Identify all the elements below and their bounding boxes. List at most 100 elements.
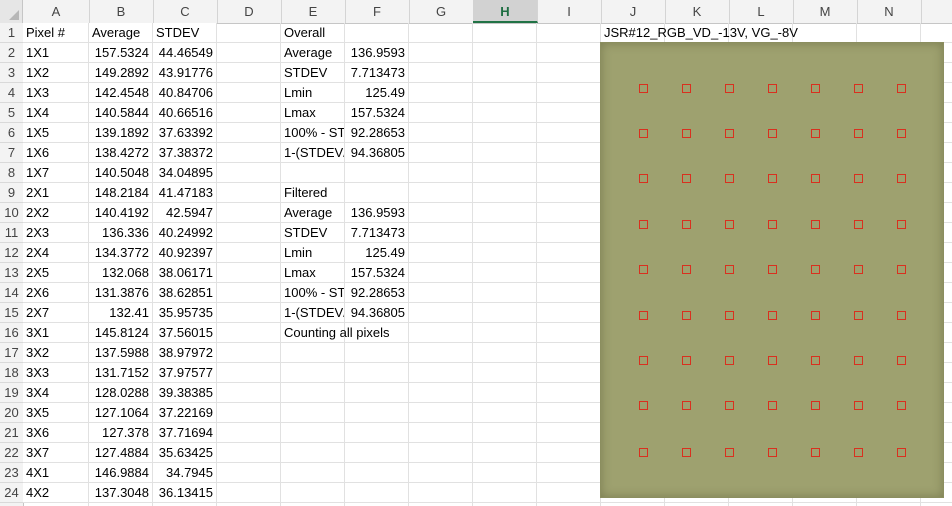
column-header-e[interactable]: E (281, 0, 346, 23)
value-cell[interactable]: 43.91776 (153, 63, 216, 82)
row-header-9[interactable]: 9 (0, 183, 23, 203)
row-header-24[interactable]: 24 (0, 483, 23, 503)
value-cell[interactable]: 128.0288 (89, 383, 152, 402)
value-cell[interactable]: 36.13415 (153, 483, 216, 502)
pixel-id-cell[interactable]: 2X5 (23, 263, 88, 282)
row-header-15[interactable]: 15 (0, 303, 23, 323)
select-all-corner[interactable] (0, 0, 23, 23)
row-header-6[interactable]: 6 (0, 123, 23, 143)
column-header-g[interactable]: G (409, 0, 474, 23)
value-cell[interactable]: 149.2892 (89, 63, 152, 82)
value-cell[interactable]: 140.5844 (89, 103, 152, 122)
column-header-c[interactable]: C (153, 0, 218, 23)
row-header-7[interactable]: 7 (0, 143, 23, 163)
pixel-id-cell[interactable]: 4X2 (23, 483, 88, 502)
value-cell[interactable]: 131.3876 (89, 283, 152, 302)
value-cell[interactable]: 37.63392 (153, 123, 216, 142)
value-cell[interactable]: 139.1892 (89, 123, 152, 142)
pixel-id-cell[interactable]: 3X3 (23, 363, 88, 382)
stat-label-cell[interactable]: Lmax (281, 263, 344, 282)
column-header-h[interactable]: H (473, 0, 538, 23)
stat-value-cell[interactable]: 92.28653 (345, 283, 408, 302)
pixel-id-cell[interactable]: 1X7 (23, 163, 88, 182)
row-header-18[interactable]: 18 (0, 363, 23, 383)
table-header-cell[interactable]: STDEV (153, 23, 216, 42)
pixel-id-cell[interactable]: 1X6 (23, 143, 88, 162)
value-cell[interactable]: 37.22169 (153, 403, 216, 422)
pixel-id-cell[interactable]: 3X6 (23, 423, 88, 442)
pixel-id-cell[interactable]: 2X2 (23, 203, 88, 222)
stat-label-cell[interactable]: 100% - STD (281, 283, 344, 302)
value-cell[interactable]: 38.62851 (153, 283, 216, 302)
stat-value-cell[interactable]: 92.28653 (345, 123, 408, 142)
column-header-j[interactable]: J (601, 0, 666, 23)
column-header-k[interactable]: K (665, 0, 730, 23)
value-cell[interactable]: 132.41 (89, 303, 152, 322)
note-cell[interactable]: Counting all pixels (281, 323, 473, 342)
column-header-m[interactable]: M (793, 0, 858, 23)
column-header-a[interactable]: A (23, 0, 90, 23)
stat-value-cell[interactable]: 94.36805 (345, 143, 408, 162)
value-cell[interactable]: 35.95735 (153, 303, 216, 322)
column-header-f[interactable]: F (345, 0, 410, 23)
stat-label-cell[interactable]: Average (281, 43, 344, 62)
value-cell[interactable]: 137.3048 (89, 483, 152, 502)
table-header-cell[interactable]: Average (89, 23, 152, 42)
row-header-23[interactable]: 23 (0, 463, 23, 483)
stat-label-cell[interactable]: 100% - STD (281, 123, 344, 142)
row-header-16[interactable]: 16 (0, 323, 23, 343)
pixel-id-cell[interactable]: 1X5 (23, 123, 88, 142)
pixel-id-cell[interactable]: 1X4 (23, 103, 88, 122)
table-header-cell[interactable]: Pixel # (23, 23, 88, 42)
value-cell[interactable]: 157.5324 (89, 43, 152, 62)
stat-label-cell[interactable]: 1-(STDEV/ (281, 143, 344, 162)
value-cell[interactable]: 42.5947 (153, 203, 216, 222)
pixel-id-cell[interactable]: 3X4 (23, 383, 88, 402)
value-cell[interactable]: 34.04895 (153, 163, 216, 182)
stat-value-cell[interactable]: 136.9593 (345, 43, 408, 62)
value-cell[interactable]: 136.336 (89, 223, 152, 242)
value-cell[interactable]: 35.63425 (153, 443, 216, 462)
stat-value-cell[interactable]: 157.5324 (345, 263, 408, 282)
value-cell[interactable]: 37.71694 (153, 423, 216, 442)
pixel-id-cell[interactable]: 3X7 (23, 443, 88, 462)
pixel-id-cell[interactable]: 1X1 (23, 43, 88, 62)
value-cell[interactable]: 44.46549 (153, 43, 216, 62)
image-caption-cell[interactable]: JSR#12_RGB_VD_-13V, VG_-8V (601, 23, 901, 42)
row-header-17[interactable]: 17 (0, 343, 23, 363)
column-header-i[interactable]: I (537, 0, 602, 23)
stat-value-cell[interactable]: 125.49 (345, 83, 408, 102)
value-cell[interactable]: 38.06171 (153, 263, 216, 282)
spreadsheet[interactable]: ABCDEFGHIJKLMN 1 2 3 4 5 6 7 8 9 10 11 12 13 14 15 16 17… (0, 0, 952, 506)
stat-label-cell[interactable]: STDEV (281, 63, 344, 82)
stat-label-cell[interactable]: Lmin (281, 83, 344, 102)
value-cell[interactable]: 41.47183 (153, 183, 216, 202)
pixel-id-cell[interactable]: 2X3 (23, 223, 88, 242)
row-header-21[interactable]: 21 (0, 423, 23, 443)
panel-photo[interactable] (600, 42, 944, 498)
row-header-11[interactable]: 11 (0, 223, 23, 243)
value-cell[interactable]: 131.7152 (89, 363, 152, 382)
stat-value-cell[interactable]: 157.5324 (345, 103, 408, 122)
stat-value-cell[interactable]: 136.9593 (345, 203, 408, 222)
column-header-n[interactable]: N (857, 0, 922, 23)
stat-label-cell[interactable]: Lmin (281, 243, 344, 262)
row-header-4[interactable]: 4 (0, 83, 23, 103)
stat-value-cell[interactable]: 125.49 (345, 243, 408, 262)
value-cell[interactable]: 140.5048 (89, 163, 152, 182)
value-cell[interactable]: 145.8124 (89, 323, 152, 342)
value-cell[interactable]: 134.3772 (89, 243, 152, 262)
value-cell[interactable]: 37.97577 (153, 363, 216, 382)
pixel-id-cell[interactable]: 2X6 (23, 283, 88, 302)
stat-value-cell[interactable]: 7.713473 (345, 223, 408, 242)
pixel-id-cell[interactable]: 2X1 (23, 183, 88, 202)
value-cell[interactable]: 127.378 (89, 423, 152, 442)
value-cell[interactable]: 138.4272 (89, 143, 152, 162)
stat-label-cell[interactable]: Average (281, 203, 344, 222)
row-header-13[interactable]: 13 (0, 263, 23, 283)
column-header-l[interactable]: L (729, 0, 794, 23)
column-header-b[interactable]: B (89, 0, 154, 23)
stat-value-cell[interactable]: 7.713473 (345, 63, 408, 82)
row-header-19[interactable]: 19 (0, 383, 23, 403)
row-header-5[interactable]: 5 (0, 103, 23, 123)
